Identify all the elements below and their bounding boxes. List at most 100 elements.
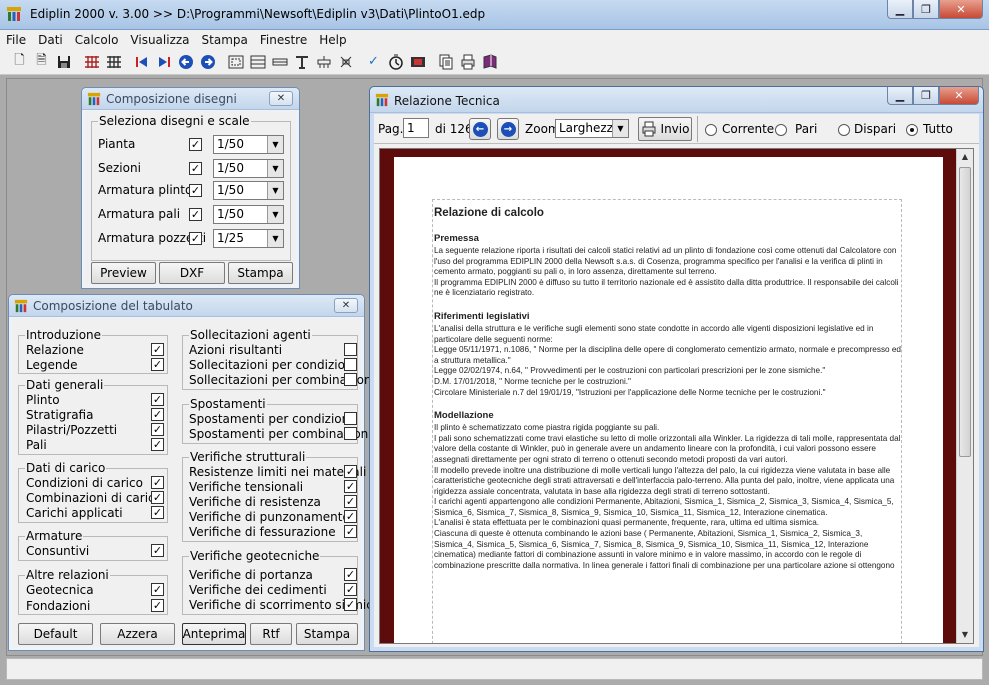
close-icon[interactable]: ✕ (269, 91, 293, 106)
menu-stampa[interactable]: Stampa (196, 33, 254, 47)
checkbox-verifiche-punzonamento[interactable]: ✓ (344, 510, 357, 523)
checkbox-armatura-plinto[interactable]: ✓ (189, 184, 202, 197)
scroll-up-icon[interactable]: ▲ (957, 149, 973, 165)
minimize-button[interactable]: ▁ (887, 0, 913, 19)
checkbox-sollecitazioni-condizioni[interactable] (344, 358, 357, 371)
checkbox-verifiche-fessurazione[interactable]: ✓ (344, 525, 357, 538)
new-icon[interactable]: 🗋 (10, 52, 29, 71)
chevron-down-icon[interactable]: ▼ (612, 120, 628, 137)
title-bar[interactable]: Ediplin 2000 v. 3.00 >> D:\Programmi\New… (0, 0, 989, 30)
radio-pari[interactable] (775, 124, 787, 136)
stampa-tabulato-button[interactable]: Stampa (296, 623, 358, 645)
film-icon[interactable] (408, 52, 427, 71)
next-page-button[interactable]: → (497, 118, 519, 140)
menu-dati[interactable]: Dati (32, 33, 69, 47)
scale-select-pianta[interactable]: 1/50 ▼ (213, 135, 284, 154)
grid-icon[interactable] (82, 52, 101, 71)
checkbox-pilastri-pozzetti[interactable]: ✓ (151, 423, 164, 436)
anteprima-button[interactable]: Anteprima (182, 623, 246, 645)
clock-icon[interactable] (386, 52, 405, 71)
checkbox-combinazioni-carico[interactable]: ✓ (151, 491, 164, 504)
checkbox-spostamenti-condizioni[interactable] (344, 412, 357, 425)
check-icon[interactable]: ✓ (364, 52, 383, 71)
checkbox-verifiche-portanza[interactable]: ✓ (344, 568, 357, 581)
radio-corrente[interactable] (705, 124, 717, 136)
menu-help[interactable]: Help (313, 33, 352, 47)
checkbox-geotecnica[interactable]: ✓ (151, 583, 164, 596)
rt-maximize-button[interactable]: ❐ (913, 87, 939, 105)
rt-close-button[interactable]: ✕ (939, 87, 979, 105)
azzera-button[interactable]: Azzera (100, 623, 175, 645)
composizione-tabulato-titlebar[interactable]: Composizione del tabulato ✕ (9, 295, 364, 317)
copy-icon[interactable] (436, 52, 455, 71)
checkbox-verifiche-tensionali[interactable]: ✓ (344, 480, 357, 493)
grid-alt-icon[interactable] (104, 52, 123, 71)
scroll-down-icon[interactable]: ▼ (957, 627, 973, 643)
checkbox-spostamenti-combinazioni[interactable] (344, 427, 357, 440)
checkbox-legende[interactable]: ✓ (151, 358, 164, 371)
stampa-disegni-button[interactable]: Stampa (228, 262, 293, 284)
preview-button[interactable]: Preview (91, 262, 156, 284)
checkbox-pianta[interactable]: ✓ (189, 138, 202, 151)
radio-dispari[interactable] (838, 124, 850, 136)
checkbox-armatura-pali[interactable]: ✓ (189, 208, 202, 221)
fit-icon[interactable] (226, 52, 245, 71)
prev-page-button[interactable]: ← (469, 118, 491, 140)
print-icon[interactable] (458, 52, 477, 71)
menu-calcolo[interactable]: Calcolo (69, 33, 125, 47)
chevron-down-icon[interactable]: ▼ (267, 136, 283, 153)
menu-file[interactable]: File (0, 33, 32, 47)
open-icon[interactable]: 🗎 (32, 52, 51, 71)
checkbox-consuntivi[interactable]: ✓ (151, 544, 164, 557)
beam-icon[interactable] (270, 52, 289, 71)
chevron-down-icon[interactable]: ▼ (267, 160, 283, 177)
save-icon[interactable] (54, 52, 73, 71)
book-icon[interactable] (480, 52, 499, 71)
checkbox-fondazioni[interactable]: ✓ (151, 599, 164, 612)
checkbox-carichi-applicati[interactable]: ✓ (151, 506, 164, 519)
checkbox-pali[interactable]: ✓ (151, 438, 164, 451)
rt-minimize-button[interactable]: ▁ (887, 87, 913, 105)
chevron-down-icon[interactable]: ▼ (267, 206, 283, 223)
menu-visualizza[interactable]: Visualizza (124, 33, 195, 47)
checkbox-sollecitazioni-combinazioni[interactable] (344, 373, 357, 386)
dxf-button[interactable]: DXF (159, 262, 225, 284)
next-icon[interactable] (198, 52, 217, 71)
close-button[interactable]: ✕ (939, 0, 983, 19)
close-icon[interactable]: ✕ (334, 298, 358, 313)
page-input[interactable]: 1 (403, 118, 429, 138)
maximize-button[interactable]: ❐ (913, 0, 939, 19)
column-icon[interactable] (292, 52, 311, 71)
last-icon[interactable] (154, 52, 173, 71)
prev-icon[interactable] (176, 52, 195, 71)
scale-select-sezioni[interactable]: 1/50 ▼ (213, 159, 284, 178)
plinth-icon[interactable] (314, 52, 333, 71)
document-viewer[interactable]: Relazione di calcolo Premessa La seguent… (379, 148, 974, 644)
chevron-down-icon[interactable]: ▼ (267, 230, 283, 247)
invio-button[interactable]: Invio (638, 117, 692, 141)
radio-tutto[interactable] (906, 124, 918, 136)
scale-select-armatura-plinto[interactable]: 1/50 ▼ (213, 181, 284, 200)
checkbox-sezioni[interactable]: ✓ (189, 162, 202, 175)
checkbox-armatura-pozzetti[interactable]: ✓ (189, 232, 202, 245)
scroll-thumb[interactable] (959, 167, 971, 457)
scale-select-armatura-pali[interactable]: 1/50 ▼ (213, 205, 284, 224)
rtf-button[interactable]: Rtf (250, 623, 292, 645)
checkbox-plinto[interactable]: ✓ (151, 393, 164, 406)
checkbox-resistenze-limiti[interactable]: ✓ (344, 465, 357, 478)
table-icon[interactable] (248, 52, 267, 71)
vertical-scrollbar[interactable]: ▲ ▼ (956, 149, 973, 643)
checkbox-verifiche-cedimenti[interactable]: ✓ (344, 583, 357, 596)
checkbox-stratigrafia[interactable]: ✓ (151, 408, 164, 421)
checkbox-condizioni-carico[interactable]: ✓ (151, 476, 164, 489)
relazione-tecnica-titlebar[interactable]: Relazione Tecnica ▁ ❐ ✕ (370, 87, 983, 113)
chevron-down-icon[interactable]: ▼ (267, 182, 283, 199)
menu-finestre[interactable]: Finestre (254, 33, 313, 47)
checkbox-relazione[interactable]: ✓ (151, 343, 164, 356)
checkbox-azioni-risultanti[interactable] (344, 343, 357, 356)
zoom-select[interactable]: Larghezza ▼ (555, 119, 629, 138)
pile-icon[interactable] (336, 52, 355, 71)
scale-select-armatura-pozzetti[interactable]: 1/25 ▼ (213, 229, 284, 248)
first-icon[interactable] (132, 52, 151, 71)
default-button[interactable]: Default (18, 623, 93, 645)
